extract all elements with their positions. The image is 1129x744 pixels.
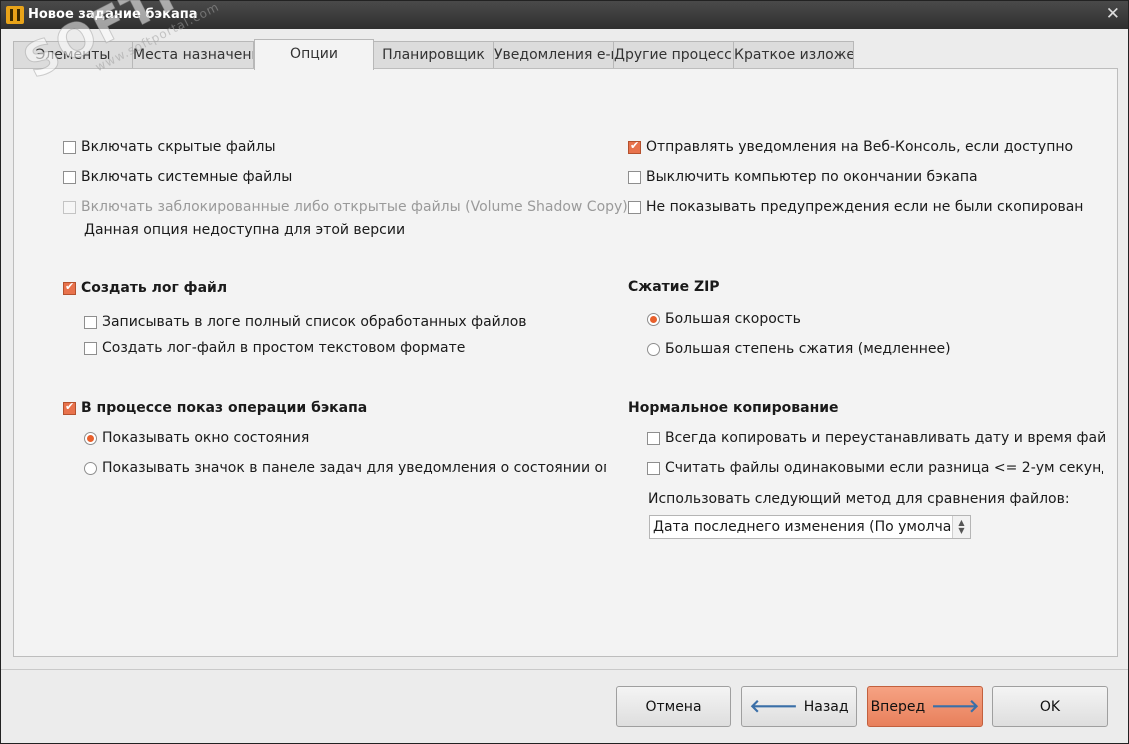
create-log-option[interactable]: Создать лог файл [63, 280, 227, 296]
always-copy-reset-label: Всегда копировать и переустанавливать да… [665, 430, 1105, 446]
show-tray-icon-label: Показывать значок в панеле задач для уве… [102, 460, 606, 476]
tab-scheduler[interactable]: Планировщик [373, 41, 494, 69]
zip-max-option[interactable]: Большая степень сжатия (медленнее) [647, 341, 951, 357]
create-log-checkbox[interactable] [63, 280, 76, 295]
close-icon[interactable]: ✕ [1106, 4, 1120, 24]
zip-fast-option[interactable]: Большая скорость [647, 311, 801, 327]
back-button[interactable]: 🡐 Назад [741, 686, 857, 727]
spinner-arrows-icon: ▲ ▼ [952, 516, 970, 538]
back-button-label: Назад [803, 698, 849, 715]
shutdown-after-checkbox[interactable] [628, 170, 641, 184]
zip-fast-radio[interactable] [647, 312, 660, 326]
tab-email-notifications[interactable]: Уведомления e-mail [493, 41, 614, 69]
arrow-right-icon: 🡒 [931, 696, 980, 717]
tab-other-processes[interactable]: Другие процессы [613, 41, 734, 69]
include-hidden-checkbox[interactable] [63, 140, 76, 154]
include-hidden-option[interactable]: Включать скрытые файлы [63, 139, 276, 155]
compare-method-value: Дата последнего изменения (По умолчанию) [653, 519, 971, 535]
title-bar: Новое задание бэкапа ✕ [1, 1, 1128, 29]
web-console-notify-label: Отправлять уведомления на Веб-Консоль, е… [646, 139, 1074, 155]
tab-summary[interactable]: Краткое изложение [733, 41, 854, 69]
show-progress-option[interactable]: В процессе показ операции бэкапа [63, 400, 367, 416]
no-warning-uncopied-option[interactable]: Не показывать предупреждения если не был… [628, 199, 1083, 215]
create-log-label: Создать лог файл [81, 280, 228, 296]
shutdown-after-label: Выключить компьютер по окончании бэкапа [646, 169, 978, 185]
zip-max-radio[interactable] [647, 342, 660, 356]
show-tray-icon-option[interactable]: Показывать значок в панеле задач для уве… [84, 460, 606, 476]
options-panel [13, 68, 1118, 657]
show-progress-label: В процессе показ операции бэкапа [81, 400, 368, 416]
backup-task-window: Новое задание бэкапа ✕ SOFTPORTAL www.so… [0, 0, 1129, 744]
show-status-window-option[interactable]: Показывать окно состояния [84, 430, 309, 446]
zip-compression-heading: Сжатие ZIP [628, 279, 720, 295]
footer-divider [1, 669, 1128, 670]
web-console-notify-checkbox[interactable] [628, 139, 641, 154]
include-system-label: Включать системные файлы [81, 169, 293, 185]
app-logo-icon [6, 6, 24, 24]
next-button[interactable]: Вперед 🡒 [867, 686, 983, 727]
include-hidden-label: Включать скрытые файлы [81, 139, 276, 155]
same-if-diff-label: Считать файлы одинаковыми если разница <… [665, 460, 1103, 476]
ok-button[interactable]: OK [992, 686, 1108, 727]
show-status-window-label: Показывать окно состояния [102, 430, 310, 446]
include-system-checkbox[interactable] [63, 170, 76, 184]
ok-button-label: OK [1039, 698, 1061, 715]
log-plain-text-label: Создать лог-файл в простом текстовом фор… [102, 340, 466, 356]
always-copy-reset-option[interactable]: Всегда копировать и переустанавливать да… [647, 430, 1105, 446]
same-if-diff-checkbox[interactable] [647, 461, 660, 475]
zip-max-label: Большая степень сжатия (медленнее) [665, 341, 951, 357]
shutdown-after-option[interactable]: Выключить компьютер по окончании бэкапа [628, 169, 978, 185]
tab-elements[interactable]: Элементы [13, 41, 133, 69]
include-locked-label: Включать заблокированные либо открытые ф… [81, 199, 628, 215]
show-tray-icon-radio[interactable] [84, 461, 97, 475]
normal-copy-heading: Нормальное копирование [628, 400, 839, 416]
arrow-left-icon: 🡐 [749, 696, 798, 717]
next-button-label: Вперед [870, 698, 926, 715]
window-title: Новое задание бэкапа [28, 7, 198, 22]
log-full-list-option[interactable]: Записывать в логе полный список обработа… [84, 314, 527, 330]
locked-unavailable-note: Данная опция недоступна для этой версии [84, 222, 406, 238]
log-plain-text-option[interactable]: Создать лог-файл в простом текстовом фор… [84, 340, 465, 356]
no-warning-uncopied-checkbox[interactable] [628, 200, 641, 214]
include-locked-checkbox [63, 200, 76, 214]
tab-options[interactable]: Опции [254, 39, 374, 70]
no-warning-uncopied-label: Не показывать предупреждения если не был… [646, 199, 1083, 215]
tab-destinations[interactable]: Места назначения [132, 41, 254, 69]
compare-method-label: Использовать следующий метод для сравнен… [648, 491, 1070, 507]
log-full-list-label: Записывать в логе полный список обработа… [102, 314, 527, 330]
include-locked-option: Включать заблокированные либо открытые ф… [63, 199, 628, 215]
compare-method-select[interactable]: Дата последнего изменения (По умолчанию)… [649, 515, 971, 539]
zip-fast-label: Большая скорость [665, 311, 801, 327]
log-full-list-checkbox[interactable] [84, 315, 97, 329]
show-progress-checkbox[interactable] [63, 400, 76, 415]
same-if-diff-option[interactable]: Считать файлы одинаковыми если разница <… [647, 460, 1103, 476]
log-plain-text-checkbox[interactable] [84, 341, 97, 355]
always-copy-reset-checkbox[interactable] [647, 431, 660, 445]
cancel-button[interactable]: Отмена [616, 686, 731, 727]
cancel-button-label: Отмена [645, 698, 702, 715]
show-status-window-radio[interactable] [84, 431, 97, 445]
web-console-notify-option[interactable]: Отправлять уведомления на Веб-Консоль, е… [628, 139, 1073, 155]
include-system-option[interactable]: Включать системные файлы [63, 169, 292, 185]
